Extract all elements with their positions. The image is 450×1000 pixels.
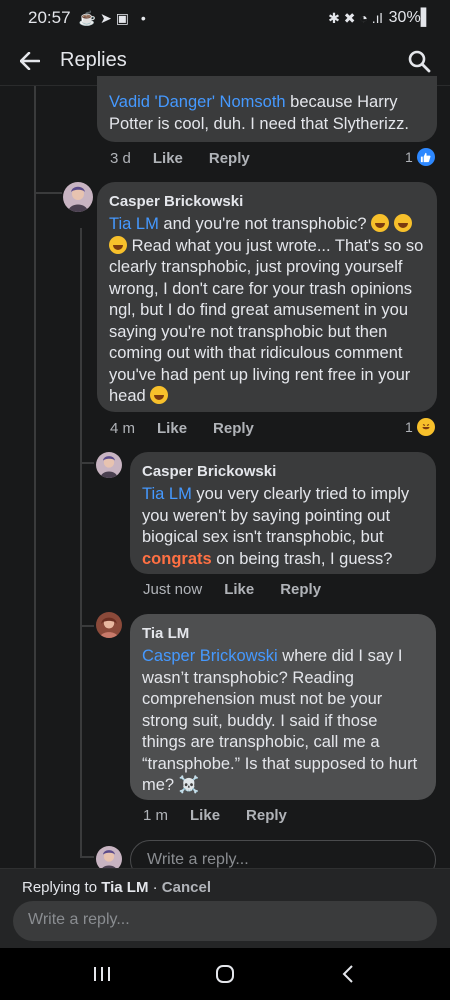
system-nav-bar [0,948,450,1000]
like-reaction-icon [416,148,435,166]
comment-body: Tia LM you very clearly tried to imply y… [142,484,424,570]
laughing-emoji-icon [371,214,390,232]
timestamp: 4 m [110,420,136,437]
reply-button[interactable]: Reply [209,150,250,167]
comment-author[interactable]: Casper Brickowski [142,462,424,482]
comment-text: on being trash, I guess? [211,549,393,568]
replying-to-label: Replying to Tia LM · Cancel [22,879,211,896]
back-button[interactable] [0,36,60,86]
highlighted-word: congrats [142,549,212,568]
laughing-emoji-icon [109,235,127,254]
comment-text: and you're not transphobic? [158,215,372,233]
clock: 20:57 [28,8,71,27]
comment-bubble[interactable]: Vadid 'Danger' Nomsoth because Harry Pot… [97,76,437,142]
connectivity-icons: ✱ ✖ ◔ .ıl [328,9,383,26]
like-button[interactable]: Like [224,581,254,598]
comment-text: Read what you just wrote... That's so so… [109,236,424,406]
reply-button[interactable]: Reply [280,581,321,598]
avatar[interactable] [96,612,122,638]
mention-link[interactable]: Tia LM [109,215,159,233]
arrow-left-icon [20,51,40,70]
recent-apps-button[interactable] [72,954,132,994]
like-button[interactable]: Like [153,150,183,167]
search-button[interactable] [402,44,436,78]
home-icon [215,965,234,983]
back-nav-button[interactable] [318,954,378,994]
replying-bar: Replying to Tia LM · Cancel Write a repl… [0,868,450,948]
laughing-emoji-icon [150,386,169,404]
like-button[interactable]: Like [190,807,220,824]
reaction-summary[interactable]: 1 [405,148,435,166]
page-title: Replies [60,49,127,71]
replying-name: Tia LM [101,879,149,896]
compose-reply-input[interactable]: Write a reply... [13,901,437,941]
avatar[interactable] [63,182,93,212]
reaction-count: 1 [405,149,413,165]
notification-icons: ☕➤▣ • [78,9,150,26]
thread-connector [34,192,62,194]
reply-button[interactable]: Reply [213,420,254,437]
reaction-count: 1 [405,419,413,435]
mention-link[interactable]: Tia LM [142,485,192,503]
status-bar: 20:57 ☕➤▣ • ✱ ✖ ◔ .ıl 30%▌ [0,0,450,36]
comment-bubble[interactable]: Casper Brickowski Tia LM and you're not … [97,182,437,412]
home-button[interactable] [195,954,255,994]
reaction-summary[interactable]: 1 [405,418,435,436]
timestamp: Just now [143,581,203,598]
thread-connector [80,625,94,627]
recent-apps-icon [93,967,110,981]
comment-bubble[interactable]: Tia LM Casper Brickowski where did I say… [130,614,436,800]
timestamp: 1 m [143,807,169,824]
comment-body: Tia LM and you're not transphobic? Read … [109,214,425,408]
search-icon [408,50,431,73]
thread-line [34,86,36,868]
comment-bubble[interactable]: Casper Brickowski Tia LM you very clearl… [130,452,436,574]
comment-actions: Just now Like Reply [143,581,347,598]
thread-line [80,228,82,858]
thread-connector [80,462,94,464]
system-icons: ✱ ✖ ◔ .ıl 30%▌ [328,9,432,27]
replying-prefix: Replying to [22,879,102,896]
comment-text: where did I say I wasn’t transphobic? Re… [142,647,418,794]
timestamp: 3 d [110,150,131,167]
comment-body: Casper Brickowski where did I say I wasn… [142,646,424,797]
cancel-reply-button[interactable]: Cancel [162,879,211,896]
replying-separator: · [148,879,162,896]
avatar[interactable] [96,452,122,478]
battery-indicator: 30%▌ [388,9,432,26]
mention-link[interactable]: Vadid 'Danger' Nomsoth [109,93,286,111]
reply-button[interactable]: Reply [246,807,287,824]
comment-author[interactable]: Tia LM [142,624,424,644]
chevron-left-icon [342,965,354,983]
laughing-emoji-icon [393,214,412,232]
comment-actions: 1 m Like Reply [143,807,313,824]
mention-link[interactable]: Casper Brickowski [142,647,278,665]
comment-actions: 4 m Like Reply [110,420,280,437]
comment-author[interactable]: Casper Brickowski [109,192,425,212]
thread-connector [80,856,94,858]
haha-reaction-icon [416,418,435,436]
comment-actions: 3 d Like Reply [110,150,276,167]
like-button[interactable]: Like [157,420,187,437]
